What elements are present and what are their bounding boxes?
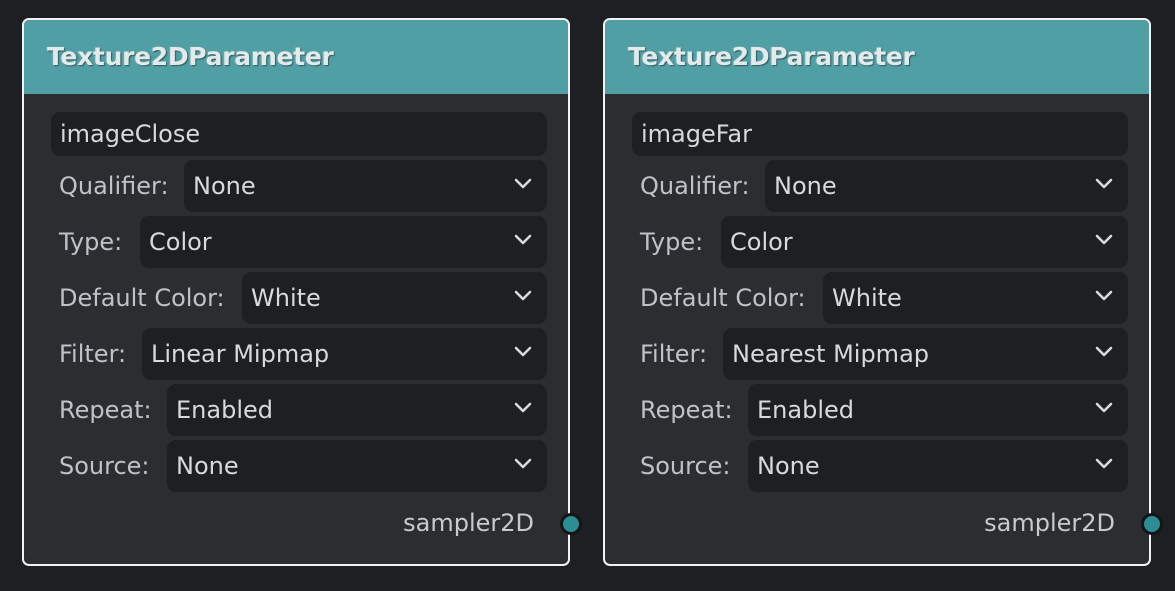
qualifier-value: None xyxy=(774,172,837,200)
type-value: Color xyxy=(149,228,212,256)
filter-dropdown[interactable]: Linear Mipmap xyxy=(142,328,547,380)
source-row: Source: None xyxy=(59,440,547,492)
chevron-down-icon xyxy=(514,290,532,301)
chevron-down-icon xyxy=(514,458,532,469)
type-row: Type: Color xyxy=(59,216,547,268)
chevron-down-icon xyxy=(1095,458,1113,469)
texture2d-parameter-node[interactable]: Texture2DParameter imageClose Qualifier:… xyxy=(22,18,582,566)
qualifier-value: None xyxy=(193,172,256,200)
default-color-dropdown[interactable]: White xyxy=(242,272,547,324)
repeat-row: Repeat: Enabled xyxy=(59,384,547,436)
texture2d-parameter-node[interactable]: Texture2DParameter imageFar Qualifier: N… xyxy=(603,18,1163,566)
chevron-down-icon xyxy=(514,234,532,245)
repeat-value: Enabled xyxy=(757,396,854,424)
node-title: Texture2DParameter xyxy=(628,42,915,71)
output-port-icon[interactable] xyxy=(1141,513,1163,535)
chevron-down-icon xyxy=(1095,402,1113,413)
source-label: Source: xyxy=(640,452,731,480)
output-label: sampler2D xyxy=(403,509,534,537)
filter-value: Linear Mipmap xyxy=(151,340,330,368)
type-dropdown[interactable]: Color xyxy=(721,216,1128,268)
chevron-down-icon xyxy=(514,402,532,413)
chevron-down-icon xyxy=(514,178,532,189)
default-color-label: Default Color: xyxy=(640,284,806,312)
node-header[interactable]: Texture2DParameter xyxy=(605,20,1149,94)
chevron-down-icon xyxy=(1095,234,1113,245)
repeat-label: Repeat: xyxy=(59,396,152,424)
filter-value: Nearest Mipmap xyxy=(732,340,930,368)
qualifier-dropdown[interactable]: None xyxy=(184,160,547,212)
repeat-label: Repeat: xyxy=(640,396,733,424)
source-value: None xyxy=(176,452,239,480)
parameter-name-input[interactable]: imageClose xyxy=(51,112,547,156)
source-value: None xyxy=(757,452,820,480)
source-row: Source: None xyxy=(640,440,1128,492)
chevron-down-icon xyxy=(514,346,532,357)
output-port-icon[interactable] xyxy=(560,513,582,535)
repeat-dropdown[interactable]: Enabled xyxy=(748,384,1128,436)
qualifier-row: Qualifier: None xyxy=(59,160,547,212)
node-header[interactable]: Texture2DParameter xyxy=(24,20,568,94)
type-label: Type: xyxy=(59,228,123,256)
chevron-down-icon xyxy=(1095,290,1113,301)
qualifier-row: Qualifier: None xyxy=(640,160,1128,212)
default-color-value: White xyxy=(251,284,321,312)
filter-label: Filter: xyxy=(59,340,127,368)
type-label: Type: xyxy=(640,228,704,256)
qualifier-label: Qualifier: xyxy=(59,172,169,200)
default-color-row: Default Color: White xyxy=(640,272,1128,324)
qualifier-dropdown[interactable]: None xyxy=(765,160,1128,212)
repeat-row: Repeat: Enabled xyxy=(640,384,1128,436)
filter-dropdown[interactable]: Nearest Mipmap xyxy=(723,328,1128,380)
type-value: Color xyxy=(730,228,793,256)
repeat-dropdown[interactable]: Enabled xyxy=(167,384,547,436)
default-color-row: Default Color: White xyxy=(59,272,547,324)
source-dropdown[interactable]: None xyxy=(167,440,547,492)
filter-row: Filter: Nearest Mipmap xyxy=(640,328,1128,380)
type-dropdown[interactable]: Color xyxy=(140,216,547,268)
repeat-value: Enabled xyxy=(176,396,273,424)
node-title: Texture2DParameter xyxy=(47,42,334,71)
graph-canvas[interactable]: Texture2DParameter imageClose Qualifier:… xyxy=(0,0,1175,591)
filter-row: Filter: Linear Mipmap xyxy=(59,328,547,380)
source-dropdown[interactable]: None xyxy=(748,440,1128,492)
type-row: Type: Color xyxy=(640,216,1128,268)
default-color-value: White xyxy=(832,284,902,312)
default-color-label: Default Color: xyxy=(59,284,225,312)
default-color-dropdown[interactable]: White xyxy=(823,272,1128,324)
filter-label: Filter: xyxy=(640,340,708,368)
source-label: Source: xyxy=(59,452,150,480)
output-label: sampler2D xyxy=(984,509,1115,537)
parameter-name-input[interactable]: imageFar xyxy=(632,112,1128,156)
chevron-down-icon xyxy=(1095,178,1113,189)
qualifier-label: Qualifier: xyxy=(640,172,750,200)
chevron-down-icon xyxy=(1095,346,1113,357)
